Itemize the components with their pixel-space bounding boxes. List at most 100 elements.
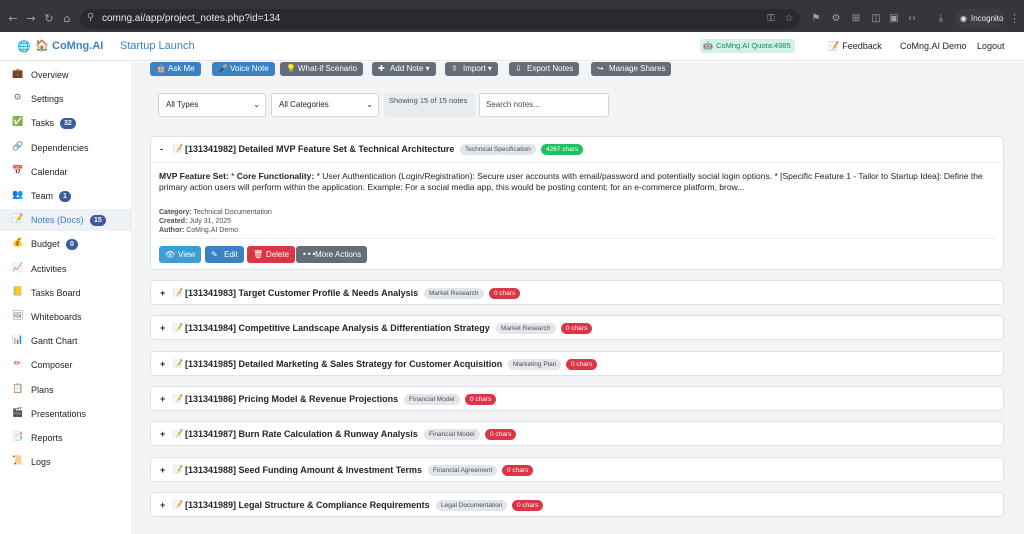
sidebar-item-notes-docs[interactable]: 📝 Notes (Docs) 15 [0, 209, 133, 232]
delete-button[interactable]: 🗑 Delete [247, 246, 296, 263]
more-actions-button[interactable]: ••• More Actions [296, 246, 368, 263]
view-button[interactable]: 👁 View [159, 246, 202, 263]
sidebar-item-gantt-chart[interactable]: 📊 Gantt Chart [0, 330, 133, 352]
app-header: 🌐 🏠 CoMng.AI Startup Launch 🤖 CoMng.AI Q… [0, 32, 1024, 61]
project-title[interactable]: Startup Launch [120, 40, 195, 52]
incognito-indicator[interactable]: ◉ Incognito [955, 9, 1005, 29]
note-title[interactable]: [131341987] Burn Rate Calculation & Runw… [185, 429, 418, 439]
category-filter-select[interactable]: All Categories ⌄ [271, 93, 379, 117]
note-card[interactable]: + 📝 [131341989] Legal Structure & Complian… [150, 491, 1004, 517]
bookmark-star-icon[interactable]: ☆ [783, 13, 795, 25]
sidebar-item-tasks-board[interactable]: 📒 Tasks Board [0, 282, 133, 304]
sidebar-item-plans[interactable]: 📋 Plans [0, 379, 133, 401]
home-icon[interactable]: 🏠 [35, 39, 49, 52]
search-input[interactable]: Search notes... [479, 93, 609, 117]
sidebar-item-settings[interactable]: ⚙ Settings [0, 88, 133, 110]
add-note-button[interactable]: ✚ Add Note ▾ [372, 62, 436, 76]
robot-icon: 🤖 [703, 41, 713, 50]
sidebar-item-reports[interactable]: 📑 Reports [0, 427, 133, 449]
upload-icon: ⇪ [451, 64, 458, 73]
extension-icon[interactable]: ⚙ [830, 13, 842, 25]
globe-icon[interactable]: 🌐 [17, 40, 31, 53]
download-icon[interactable]: ⤓ [935, 13, 947, 25]
sidebar-item-presentations[interactable]: 🎬 Presentations [0, 403, 133, 425]
note-card[interactable]: + 📝 [131341985] Detailed Marketing & Sales… [150, 350, 1004, 376]
what-if-scenario-button[interactable]: 💡 What-if Scenario [280, 62, 364, 76]
expand-toggle[interactable]: + [160, 465, 165, 475]
address-bar[interactable]: ⚲ comng.ai/app/project_notes.php?id=134 [80, 9, 800, 29]
sidebar-item-label: Whiteboards [31, 312, 82, 322]
note-author: Author: CoMng.AI Demo [159, 227, 238, 234]
note-title[interactable]: [131341986] Pricing Model & Revenue Proj… [185, 394, 398, 404]
screenshot-icon[interactable]: ▣ [888, 13, 900, 25]
export-notes-button[interactable]: ⇩ Export Notes [509, 62, 580, 76]
sidebar-item-logs[interactable]: 📜 Logs [0, 451, 133, 473]
browser-toolbar: ← → ↻ ⌂ ⚲ comng.ai/app/project_notes.php… [0, 5, 1024, 32]
expand-toggle[interactable]: + [160, 500, 165, 510]
collapse-toggle[interactable]: - [160, 144, 163, 154]
note-title[interactable]: [131341985] Detailed Marketing & Sales S… [185, 359, 502, 369]
sidebar-item-overview[interactable]: 💼 Overview [0, 64, 133, 86]
ask-me-button[interactable]: 🤖 Ask Me [150, 62, 201, 76]
sidepanel-icon[interactable]: ◫ [870, 13, 882, 25]
sidebar-item-label: Presentations [31, 408, 87, 419]
note-card[interactable]: + 📝 [131341984] Competitive Landscape Anal… [150, 315, 1004, 341]
note-card[interactable]: + 📝 [131341983] Target Customer Profile & … [150, 280, 1004, 305]
quota-text: CoMng.AI Quota:4985 [716, 41, 791, 50]
note-title[interactable]: [131341989] Legal Structure & Compliance… [185, 500, 430, 510]
char-count-badge: 0 chars [489, 288, 521, 299]
site-info-icon[interactable]: ⚲ [87, 12, 94, 23]
sidebar-item-whiteboards[interactable]: 🖼 Whiteboards [0, 306, 133, 328]
sidebar-item-team[interactable]: 👥 Team 1 [0, 185, 133, 207]
note-header[interactable]: - 📝 [131341982] Detailed MVP Feature Set… [151, 137, 1003, 162]
brand-name[interactable]: CoMng.AI [52, 40, 103, 52]
sidebar-item-dependencies[interactable]: 🔗 Dependencies [0, 137, 133, 159]
extension-icon[interactable]: ⊞ [850, 13, 862, 25]
note-card[interactable]: + 📝 [131341987] Burn Rate Calculation & Ru… [150, 421, 1004, 447]
feedback-link[interactable]: 📝 Feedback [828, 41, 882, 52]
sidebar-item-composer[interactable]: ✏ Composer [0, 354, 133, 376]
voice-note-button[interactable]: 🎤 Voice Note [212, 62, 275, 76]
reload-icon[interactable]: ↻ [42, 12, 56, 26]
manage-shares-button[interactable]: ↪ Manage Shares [591, 62, 672, 76]
sidebar-item-activities[interactable]: 📈 Activities [0, 258, 133, 280]
devtools-icon[interactable]: ‹› [906, 13, 918, 25]
sidebar-item-tasks[interactable]: ✅ Tasks 32 [0, 112, 133, 134]
home-icon[interactable]: ⌂ [60, 12, 74, 26]
note-type-badge: Market Research [496, 323, 556, 335]
note-icon: 📝 [173, 429, 183, 439]
note-card[interactable]: + 📝 [131341986] Pricing Model & Revenue Pr… [150, 385, 1004, 411]
back-icon[interactable]: ← [6, 12, 20, 26]
logout-link[interactable]: Logout [977, 41, 1005, 51]
button-label: Import ▾ [463, 64, 492, 73]
note-title[interactable]: [131341982] Detailed MVP Feature Set & T… [185, 144, 454, 154]
forward-icon[interactable]: → [24, 12, 38, 26]
note-type-badge: Financial Model [404, 393, 460, 405]
edit-button[interactable]: ✎ Edit [205, 246, 244, 263]
sidebar-item-label: Gantt Chart [31, 336, 78, 347]
browser-menu-icon[interactable]: ⋮ [1009, 12, 1020, 25]
note-title[interactable]: [131341988] Seed Funding Amount & Invest… [185, 465, 422, 475]
quota-badge: 🤖 CoMng.AI Quota:4985 [700, 39, 795, 53]
extension-icon[interactable]: ⚑ [810, 13, 822, 25]
import-button[interactable]: ⇪ Import ▾ [445, 62, 498, 76]
sidebar-item-calendar[interactable]: 📅 Calendar [0, 161, 133, 183]
type-filter-value: All Types [166, 100, 199, 109]
note-title[interactable]: [131341984] Competitive Landscape Analys… [185, 323, 490, 333]
key-icon[interactable]: ⚿ [765, 13, 777, 25]
expand-toggle[interactable]: + [160, 359, 165, 369]
char-count-badge: 4267 chars [541, 144, 584, 155]
sidebar-item-label: Team [31, 191, 54, 201]
user-menu[interactable]: CoMng.AI Demo [900, 41, 967, 51]
gantt-icon: 📊 [12, 335, 24, 346]
type-filter-select[interactable]: All Types ⌄ [158, 93, 266, 117]
expand-toggle[interactable]: + [160, 288, 165, 298]
expand-toggle[interactable]: + [160, 323, 165, 333]
note-title[interactable]: [131341983] Target Customer Profile & Ne… [185, 288, 418, 298]
sidebar-item-budget[interactable]: 💰 Budget 0 [0, 233, 133, 255]
expand-toggle[interactable]: + [160, 394, 165, 404]
expand-toggle[interactable]: + [160, 429, 165, 439]
logs-icon: 📜 [12, 456, 24, 467]
briefcase-icon: 💼 [12, 69, 24, 79]
note-card[interactable]: + 📝 [131341988] Seed Funding Amount & Inve… [150, 456, 1004, 482]
